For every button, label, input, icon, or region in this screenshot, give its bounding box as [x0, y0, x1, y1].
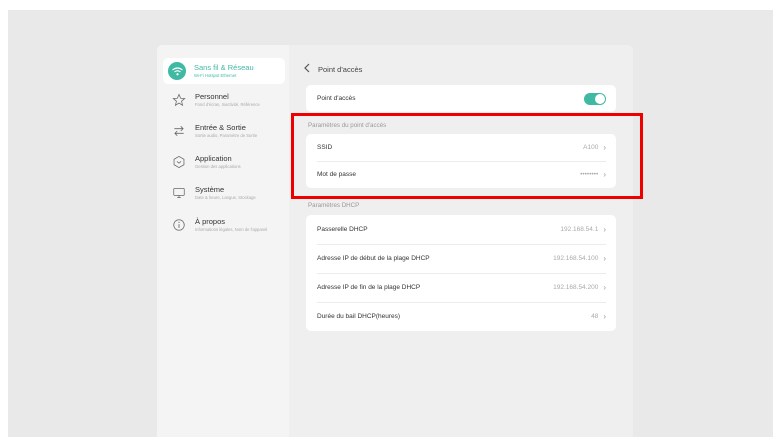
sidebar-item-title: Système [195, 185, 225, 195]
dhcp-range-start-value: 192.168.54.100 [553, 255, 599, 262]
sidebar-item-about[interactable]: À propos Informations légales, Nom de l'… [164, 211, 286, 239]
sidebar-item-input-output[interactable]: Entrée & Sortie Sortie audio, Paramètre … [164, 117, 286, 145]
chevron-left-icon[interactable] [303, 63, 310, 76]
sidebar-item-application[interactable]: Application Gestion des applications [164, 148, 286, 176]
dhcp-range-end-value: 192.168.54.200 [553, 284, 599, 291]
settings-main-panel: Point d'accès Point d'accès Paramètres d… [289, 45, 633, 437]
sidebar-item-system[interactable]: Système Date & heure, Langue, Stockage [164, 179, 286, 207]
dhcp-params-card: Passerelle DHCP 192.168.54.1 › Adresse I… [306, 215, 616, 331]
hotspot-label: Point d'accès [317, 95, 356, 102]
star-icon [170, 92, 187, 109]
settings-sidebar: Sans fil & Réseau Wi-Fi Hotspot Ethernet… [157, 45, 289, 437]
dhcp-gateway-row[interactable]: Passerelle DHCP 192.168.54.1 › [306, 215, 616, 244]
chevron-right-icon: › [603, 311, 606, 321]
app-icon [170, 154, 187, 171]
wifi-icon [168, 62, 186, 80]
dhcp-gateway-label: Passerelle DHCP [317, 226, 368, 233]
hotspot-toggle-card: Point d'accès [306, 85, 616, 112]
dhcp-range-end-row[interactable]: Adresse IP de fin de la plage DHCP 192.1… [306, 273, 616, 302]
sidebar-item-wireless-network[interactable]: Sans fil & Réseau Wi-Fi Hotspot Ethernet [163, 58, 285, 84]
sidebar-item-subtitle: Gestion des applications [195, 163, 241, 169]
dhcp-range-end-label: Adresse IP de fin de la plage DHCP [317, 284, 421, 291]
dhcp-params-section-title: Paramètres DHCP [308, 202, 360, 209]
hotspot-toggle-row[interactable]: Point d'accès [306, 85, 616, 112]
settings-window: Sans fil & Réseau Wi-Fi Hotspot Ethernet… [157, 45, 633, 437]
sidebar-item-title: À propos [195, 217, 226, 227]
sidebar-item-subtitle: Date & heure, Langue, Stockage [195, 194, 256, 200]
monitor-icon [170, 185, 187, 202]
sidebar-item-title: Application [195, 154, 232, 164]
dhcp-range-start-row[interactable]: Adresse IP de début de la plage DHCP 192… [306, 244, 616, 273]
highlight-box [291, 113, 643, 199]
info-icon [170, 217, 187, 234]
sidebar-item-title: Entrée & Sortie [195, 123, 246, 133]
sidebar-item-personal[interactable]: Personnel Fond d'écran, Inactivité, Réfé… [164, 86, 286, 114]
dhcp-lease-value: 48 [591, 313, 599, 320]
page-title: Point d'accès [318, 65, 363, 74]
chevron-right-icon: › [603, 253, 606, 263]
chevron-right-icon: › [603, 282, 606, 292]
dhcp-lease-label: Durée du bail DHCP(heures) [317, 313, 401, 320]
dhcp-gateway-value: 192.168.54.1 [560, 226, 599, 233]
sidebar-item-title: Sans fil & Réseau [194, 63, 254, 73]
chevron-right-icon: › [603, 224, 606, 234]
hotspot-toggle[interactable] [584, 92, 606, 105]
sidebar-item-subtitle: Informations légales, Nom de l'appareil [195, 226, 268, 232]
sidebar-item-subtitle: Fond d'écran, Inactivité, Référence [195, 101, 260, 107]
sidebar-item-subtitle: Wi-Fi Hotspot Ethernet [194, 72, 237, 78]
swap-arrows-icon [170, 123, 187, 140]
dhcp-lease-row[interactable]: Durée du bail DHCP(heures) 48 › [306, 302, 616, 331]
dhcp-range-start-label: Adresse IP de début de la plage DHCP [317, 255, 430, 262]
sidebar-item-subtitle: Sortie audio, Paramètre de Sortie [195, 132, 258, 138]
sidebar-item-title: Personnel [195, 92, 229, 102]
page-header: Point d'accès [303, 63, 362, 76]
toggle-knob [595, 93, 605, 104]
